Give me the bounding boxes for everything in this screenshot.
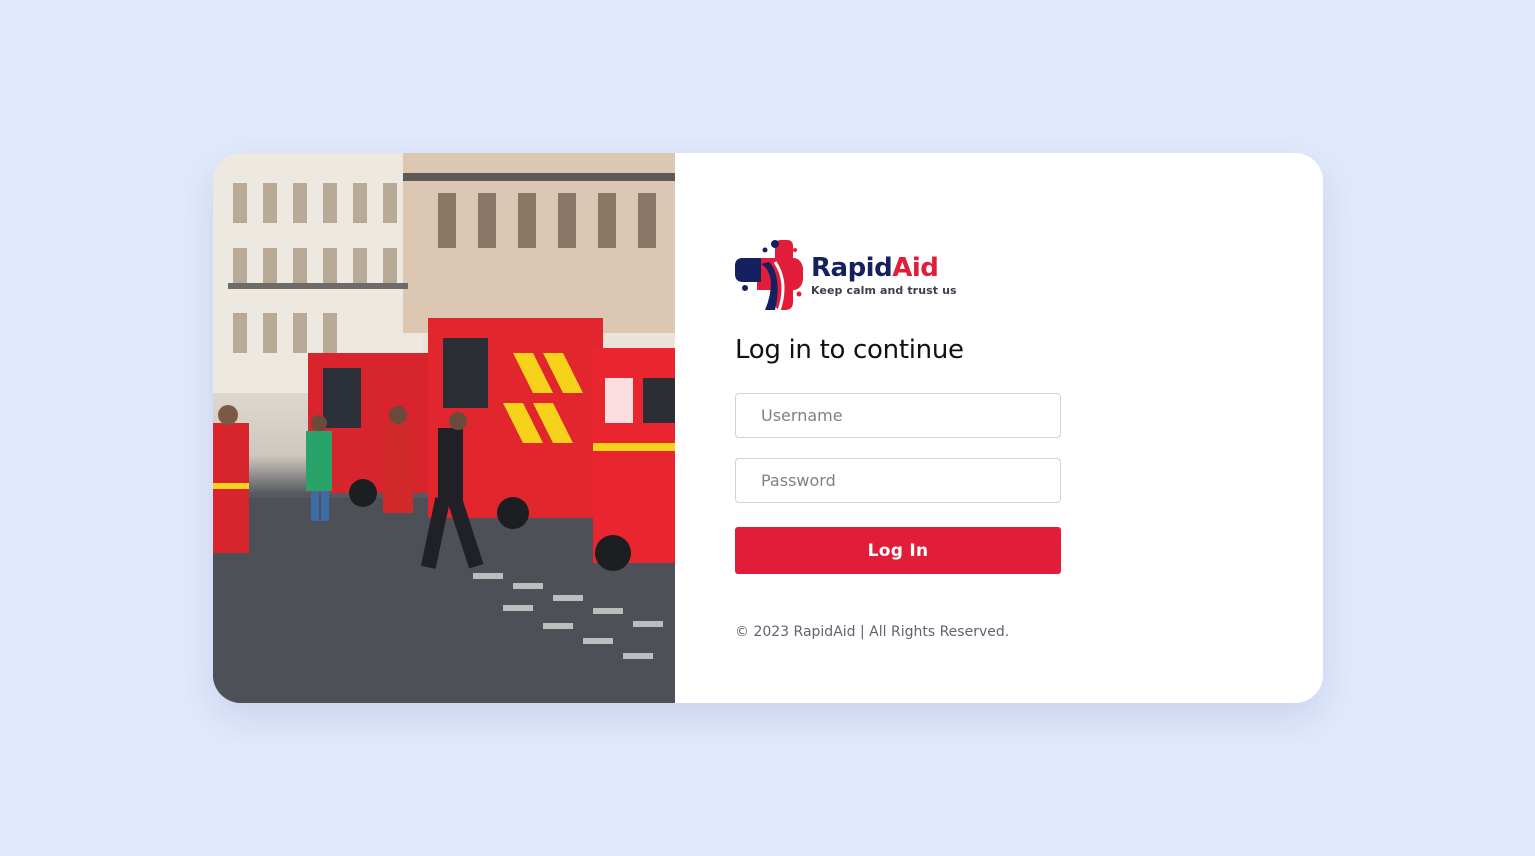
login-button[interactable]: Log In xyxy=(735,527,1061,574)
login-heading: Log in to continue xyxy=(735,335,964,365)
login-panel: RapidAid Keep calm and trust us Log in t… xyxy=(675,153,1323,703)
brand-name: RapidAid xyxy=(811,253,957,283)
medical-cross-person-icon xyxy=(735,240,803,311)
copyright-text: © 2023 RapidAid | All Rights Reserved. xyxy=(735,624,1010,640)
brand-name-part1: Rapid xyxy=(811,253,893,283)
street-fire-trucks-illustration xyxy=(213,153,675,703)
brand-name-part2: Aid xyxy=(892,253,939,283)
brand-logo: RapidAid Keep calm and trust us xyxy=(735,238,957,312)
username-input[interactable] xyxy=(735,393,1061,438)
login-card: RapidAid Keep calm and trust us Log in t… xyxy=(213,153,1323,703)
brand-text: RapidAid Keep calm and trust us xyxy=(811,253,957,297)
password-input[interactable] xyxy=(735,458,1061,503)
brand-tagline: Keep calm and trust us xyxy=(811,284,957,297)
hero-image xyxy=(213,153,675,703)
